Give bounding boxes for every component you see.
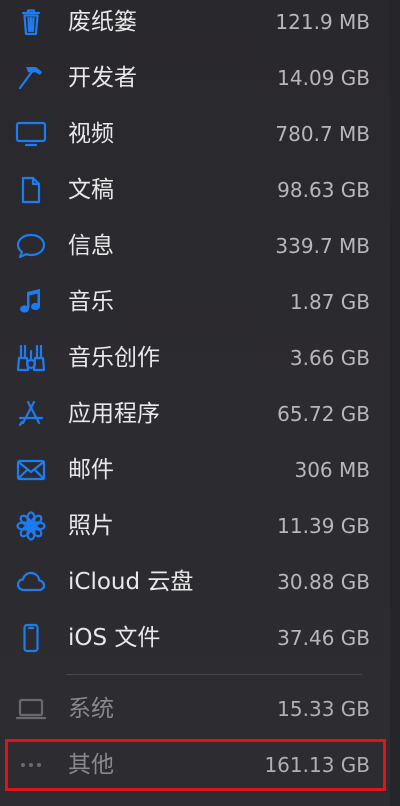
section-divider	[66, 674, 362, 675]
storage-row-developer[interactable]: 开发者 14.09 GB	[0, 50, 390, 106]
storage-row-label: iCloud 云盘	[68, 569, 194, 595]
icloud-icon	[14, 566, 48, 598]
storage-row-label: 废纸篓	[68, 9, 137, 35]
storage-row-size: 780.7 MB	[275, 122, 370, 146]
storage-row-photos[interactable]: 照片 11.39 GB	[0, 498, 390, 554]
storage-row-label: 照片	[68, 513, 114, 539]
storage-row-icloud-drive[interactable]: iCloud 云盘 30.88 GB	[0, 554, 390, 610]
storage-row-size: 3.66 GB	[289, 346, 370, 370]
storage-row-label: 信息	[68, 233, 114, 259]
storage-row-size: 306 MB	[294, 458, 370, 482]
storage-row-label: iOS 文件	[68, 625, 161, 651]
storage-row-size: 121.9 MB	[275, 10, 370, 34]
hammer-icon	[14, 62, 48, 94]
storage-row-ios-files[interactable]: iOS 文件 37.46 GB	[0, 610, 390, 666]
storage-row-size: 37.46 GB	[277, 626, 370, 650]
storage-row-label: 视频	[68, 121, 114, 147]
envelope-icon	[14, 454, 48, 486]
document-icon	[14, 174, 48, 206]
storage-row-trash[interactable]: 废纸篓 121.9 MB	[0, 0, 390, 50]
storage-row-label: 应用程序	[68, 401, 160, 427]
storage-row-size: 65.72 GB	[277, 402, 370, 426]
trash-icon	[14, 6, 48, 38]
guitars-icon	[14, 342, 48, 374]
storage-row-size: 98.63 GB	[277, 178, 370, 202]
message-bubble-icon	[14, 230, 48, 262]
storage-row-mail[interactable]: 邮件 306 MB	[0, 442, 390, 498]
iphone-icon	[14, 622, 48, 654]
laptop-icon	[14, 693, 48, 725]
storage-row-label: 音乐创作	[68, 345, 160, 371]
storage-row-label: 开发者	[68, 65, 137, 91]
storage-row-system[interactable]: 系统 15.33 GB	[0, 681, 390, 737]
storage-row-size: 15.33 GB	[277, 697, 370, 721]
storage-row-applications[interactable]: 应用程序 65.72 GB	[0, 386, 390, 442]
storage-row-size: 11.39 GB	[277, 514, 370, 538]
storage-row-size: 14.09 GB	[277, 66, 370, 90]
storage-row-music-creation[interactable]: 音乐创作 3.66 GB	[0, 330, 390, 386]
app-store-icon	[14, 398, 48, 430]
storage-row-size: 339.7 MB	[275, 234, 370, 258]
storage-row-documents[interactable]: 文稿 98.63 GB	[0, 162, 390, 218]
storage-row-video[interactable]: 视频 780.7 MB	[0, 106, 390, 162]
storage-row-music[interactable]: 音乐 1.87 GB	[0, 274, 390, 330]
storage-categories-panel: 废纸篓 121.9 MB 开发者 14.09 GB 视频 780.7 MB 文稿…	[0, 0, 400, 806]
panel-edge	[390, 0, 400, 806]
storage-row-label: 文稿	[68, 177, 114, 203]
photos-flower-icon	[14, 510, 48, 542]
highlight-box	[5, 739, 386, 791]
display-icon	[14, 118, 48, 150]
storage-row-size: 30.88 GB	[277, 570, 370, 594]
storage-row-label: 系统	[68, 696, 114, 722]
music-note-icon	[14, 286, 48, 318]
storage-row-label: 音乐	[68, 289, 114, 315]
storage-row-messages[interactable]: 信息 339.7 MB	[0, 218, 390, 274]
storage-row-size: 1.87 GB	[289, 290, 370, 314]
storage-row-label: 邮件	[68, 457, 114, 483]
